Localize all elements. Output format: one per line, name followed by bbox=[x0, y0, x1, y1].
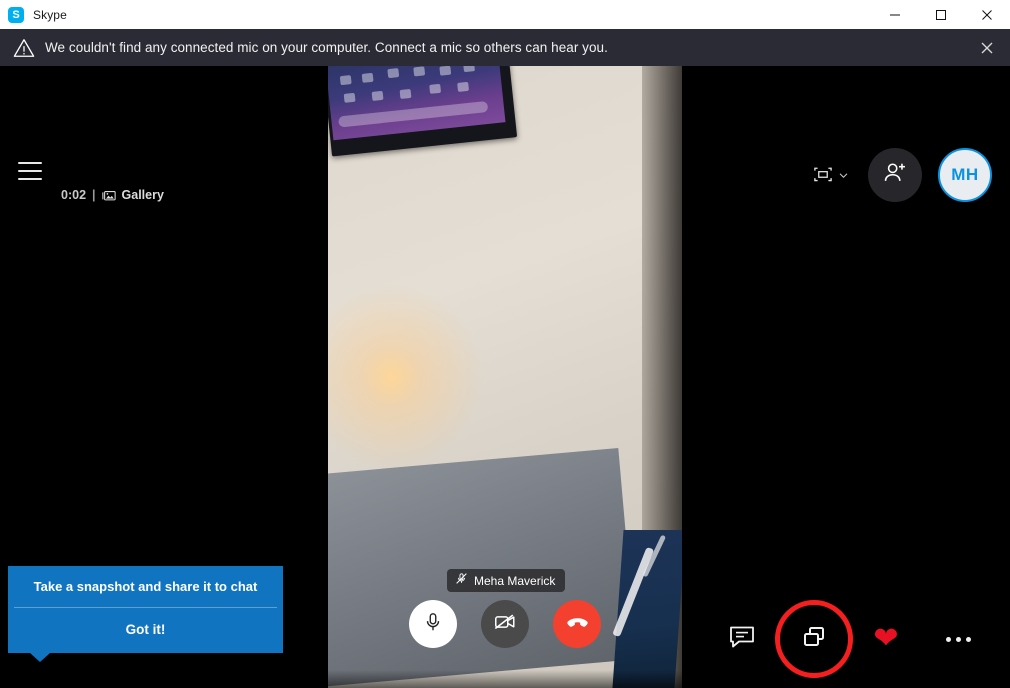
skype-call-window: Skype We couldn't find any connected mic… bbox=[0, 0, 1010, 688]
participant-name-chip: Meha Maverick bbox=[447, 569, 566, 592]
menu-button[interactable] bbox=[18, 161, 42, 181]
maximize-button[interactable] bbox=[918, 0, 964, 29]
end-call-icon bbox=[565, 609, 590, 639]
more-options-icon bbox=[945, 636, 971, 642]
hamburger-line bbox=[18, 178, 42, 180]
layout-frame-icon bbox=[813, 166, 833, 184]
call-header-actions: MH bbox=[809, 148, 992, 202]
window-title: Skype bbox=[33, 7, 67, 22]
chat-button[interactable] bbox=[706, 591, 778, 687]
call-meta-separator: | bbox=[92, 188, 96, 202]
skype-logo-icon bbox=[8, 6, 24, 23]
chat-bubble-icon bbox=[728, 623, 756, 656]
more-options-button[interactable] bbox=[922, 591, 994, 687]
add-person-icon bbox=[882, 160, 908, 191]
share-screen-button[interactable] bbox=[775, 591, 853, 687]
video-bottom-shade bbox=[328, 670, 682, 688]
dot bbox=[965, 636, 971, 642]
mic-icon bbox=[422, 611, 444, 638]
gallery-icon bbox=[101, 189, 116, 202]
close-button[interactable] bbox=[964, 0, 1010, 29]
layout-selector-button[interactable] bbox=[809, 162, 852, 188]
tooltip-got-it-button[interactable]: Got it! bbox=[8, 608, 283, 653]
chevron-down-icon bbox=[839, 172, 848, 179]
dot bbox=[955, 636, 961, 642]
banner-close-icon[interactable] bbox=[972, 33, 1002, 63]
microphone-button[interactable] bbox=[409, 600, 457, 648]
user-avatar[interactable]: MH bbox=[938, 148, 992, 202]
call-meta: 0:02 | Gallery bbox=[61, 186, 164, 204]
mic-muted-icon bbox=[455, 572, 468, 590]
video-off-icon bbox=[493, 610, 517, 639]
mic-warning-message: We couldn't find any connected mic on yo… bbox=[45, 40, 608, 55]
reaction-button[interactable]: ❤ bbox=[850, 591, 922, 687]
dot bbox=[945, 636, 951, 642]
call-control-bar bbox=[328, 594, 682, 654]
heart-icon: ❤ bbox=[873, 622, 899, 655]
hamburger-line bbox=[18, 162, 42, 164]
participant-video-tile[interactable]: Meha Maverick bbox=[328, 66, 682, 688]
title-bar: Skype bbox=[0, 0, 1010, 29]
secondary-action-bar: ❤ bbox=[706, 591, 994, 687]
end-call-button[interactable] bbox=[553, 600, 601, 648]
tooltip-arrow bbox=[30, 653, 50, 663]
add-people-button[interactable] bbox=[868, 148, 922, 202]
video-monitor-ui bbox=[336, 66, 489, 108]
hamburger-line bbox=[18, 170, 42, 172]
snapshot-tooltip-message: Take a snapshot and share it to chat bbox=[33, 579, 258, 594]
mic-warning-banner: We couldn't find any connected mic on yo… bbox=[0, 29, 1010, 66]
call-duration: 0:02 bbox=[61, 188, 87, 202]
participant-name-label: Meha Maverick bbox=[474, 573, 556, 588]
camera-button[interactable] bbox=[481, 600, 529, 648]
snapshot-tooltip: Take a snapshot and share it to chat Got… bbox=[8, 566, 283, 663]
share-screen-icon bbox=[799, 622, 829, 657]
warning-triangle-icon bbox=[13, 37, 35, 59]
minimize-button[interactable] bbox=[872, 0, 918, 29]
view-mode-label: Gallery bbox=[121, 188, 164, 202]
call-stage: Meha Maverick 0:02 | Gallery MH Take a s… bbox=[0, 66, 1010, 688]
